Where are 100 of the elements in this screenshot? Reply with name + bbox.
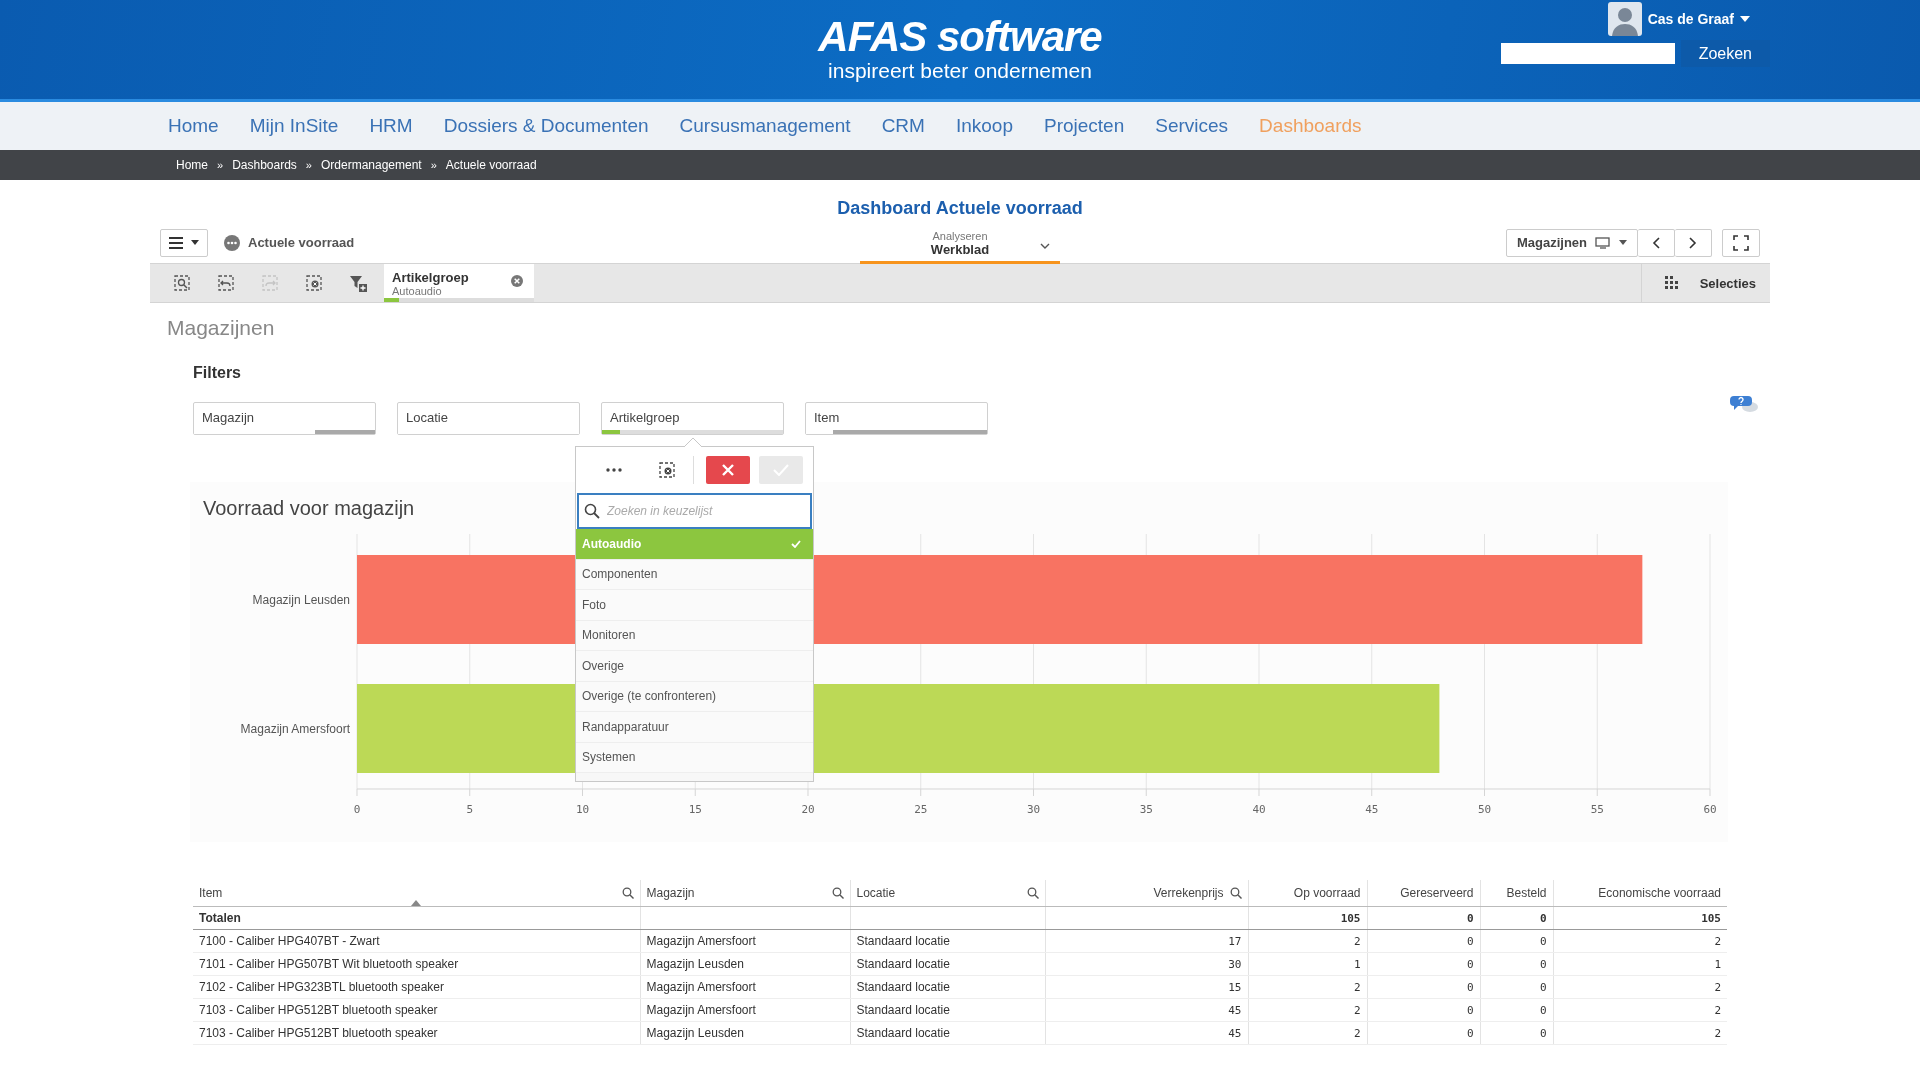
next-button[interactable] <box>1675 228 1712 257</box>
breadcrumb-separator: » <box>430 159 437 171</box>
column-header[interactable]: Gereserveerd <box>1367 880 1480 907</box>
sheet-button[interactable]: Magazijnen <box>1505 228 1638 257</box>
nav-link[interactable]: CRM <box>881 115 925 137</box>
clear-selection-icon[interactable] <box>658 461 676 479</box>
table-cell: 0 <box>1539 911 1547 925</box>
tick-label: 20 <box>801 803 815 816</box>
column-header[interactable]: Item <box>193 880 640 907</box>
table-cell: Standaard locatie <box>856 980 950 994</box>
table-cell: 1 <box>1353 957 1361 971</box>
table-cell: 45 <box>1228 1026 1242 1040</box>
nav-link[interactable]: HRM <box>369 115 413 137</box>
search-field[interactable] <box>1500 43 1675 64</box>
table-cell: Magazijn Amersfoort <box>646 934 756 948</box>
column-header[interactable]: Besteld <box>1480 880 1553 907</box>
table-cell: 17 <box>1228 934 1242 948</box>
fullscreen-icon <box>1733 234 1749 251</box>
breadcrumb-link[interactable]: Actuele voorraad <box>445 158 537 172</box>
table-cell: 2 <box>1353 980 1361 994</box>
search-icon <box>584 503 600 519</box>
column-header[interactable]: Op voorraad <box>1248 880 1367 907</box>
caret-icon <box>1619 240 1627 245</box>
page-title: Dashboard Actuele voorraad <box>836 197 1084 220</box>
search-icon[interactable] <box>1229 887 1242 899</box>
close-icon[interactable] <box>510 274 524 288</box>
tick-label: 50 <box>1477 803 1492 816</box>
close-icon <box>721 463 735 477</box>
search-icon[interactable] <box>831 887 844 899</box>
previous-button[interactable] <box>1638 228 1675 257</box>
redo-icon <box>261 274 279 292</box>
breadcrumb-link[interactable]: Dashboards <box>232 158 297 172</box>
nav-link[interactable]: Services <box>1155 115 1229 137</box>
column-header[interactable]: Verrekenprijs <box>1045 880 1248 907</box>
app-name: Actuele voorraad <box>248 235 355 250</box>
selection-chip[interactable]: Artikelgroep Autoaudio <box>384 264 534 302</box>
more-icon[interactable] <box>224 234 240 251</box>
fullscreen-button[interactable] <box>1722 228 1760 257</box>
filter-pane[interactable]: Magazijn <box>193 402 376 435</box>
filter-pane[interactable]: Locatie <box>397 402 580 435</box>
tick-label: 25 <box>914 803 928 816</box>
table-cell: 105 <box>1340 911 1361 925</box>
clear-selection-icon <box>305 274 323 292</box>
tick-label: 40 <box>1252 803 1266 816</box>
menu-button[interactable] <box>160 228 208 257</box>
filter-pane[interactable]: Artikelgroep <box>601 402 784 435</box>
caret-icon[interactable] <box>1740 16 1750 22</box>
table-cell: 2 <box>1353 934 1361 948</box>
table-cell: 0 <box>1466 934 1474 948</box>
breadcrumb-link[interactable]: Home <box>176 158 208 172</box>
sort-ascending-icon[interactable] <box>411 900 422 906</box>
breadcrumb-link[interactable]: Ordermanagement <box>321 158 422 172</box>
table-cell: 15 <box>1228 980 1242 994</box>
column-header[interactable]: Locatie <box>850 880 1045 907</box>
column-header[interactable]: Magazijn <box>640 880 850 907</box>
logo: AFAS software <box>818 14 1102 60</box>
table-cell: 0 <box>1539 934 1547 948</box>
axis-label: Magazijn Amersfoort <box>240 721 350 736</box>
check-icon <box>791 539 801 548</box>
table-cell: 7101 - Caliber HPG507BT Wit bluetooth speaker <box>199 957 459 971</box>
table-cell: 0 <box>1539 957 1547 971</box>
search-field[interactable]: Zoeken in keuzelijst <box>577 493 812 529</box>
cancel-button[interactable] <box>706 456 750 484</box>
avatar-icon[interactable] <box>1607 2 1642 36</box>
table-cell: 105 <box>1701 911 1721 925</box>
tick-label: 5 <box>466 803 474 816</box>
search-icon[interactable] <box>1026 887 1039 899</box>
table-cell: Standaard locatie <box>856 957 950 971</box>
chart-title: Voorraad voor magazijn <box>202 496 415 521</box>
table-cell: 0 <box>1466 1026 1474 1040</box>
grid-icon <box>1663 276 1680 290</box>
chevron-left-icon <box>1652 236 1660 249</box>
tick-label: 55 <box>1590 803 1604 816</box>
tick-label: 0 <box>353 803 361 816</box>
table-cell: 7103 - Caliber HPG512BT bluetooth speaker <box>199 1026 438 1040</box>
tick-label: 60 <box>1703 803 1717 816</box>
column-header[interactable]: Economische voorraad <box>1553 880 1727 907</box>
sheet-title: Magazijnen <box>166 315 276 341</box>
nav-link[interactable]: Inkoop <box>955 115 1013 137</box>
search-icon <box>173 274 191 292</box>
nav-link[interactable]: Cursusmanagement <box>679 115 851 137</box>
table-cell: Magazijn Amersfoort <box>646 1003 756 1017</box>
section-heading: Filters <box>192 363 242 383</box>
tick-label: 35 <box>1139 803 1153 816</box>
nav-link[interactable]: Mijn InSite <box>249 115 339 137</box>
filter-pane[interactable]: Item <box>805 402 988 435</box>
tick-label: 45 <box>1365 803 1379 816</box>
table-cell: 0 <box>1466 957 1474 971</box>
table-cell: 0 <box>1539 980 1547 994</box>
table-cell: Totalen <box>199 911 241 925</box>
nav-link[interactable]: Home <box>168 115 219 137</box>
nav-link[interactable]: Projecten <box>1043 115 1125 137</box>
search-button[interactable]: Zoeken <box>1680 40 1770 67</box>
more-icon[interactable] <box>606 468 622 472</box>
search-icon[interactable] <box>621 887 634 899</box>
chevron-right-icon <box>1689 236 1697 249</box>
table-cell: Standaard locatie <box>856 934 950 948</box>
nav-link[interactable]: Dossiers & Documenten <box>443 115 649 137</box>
help-icon[interactable] <box>1730 394 1760 414</box>
user-name[interactable]: Cas de Graaf <box>1647 11 1734 27</box>
